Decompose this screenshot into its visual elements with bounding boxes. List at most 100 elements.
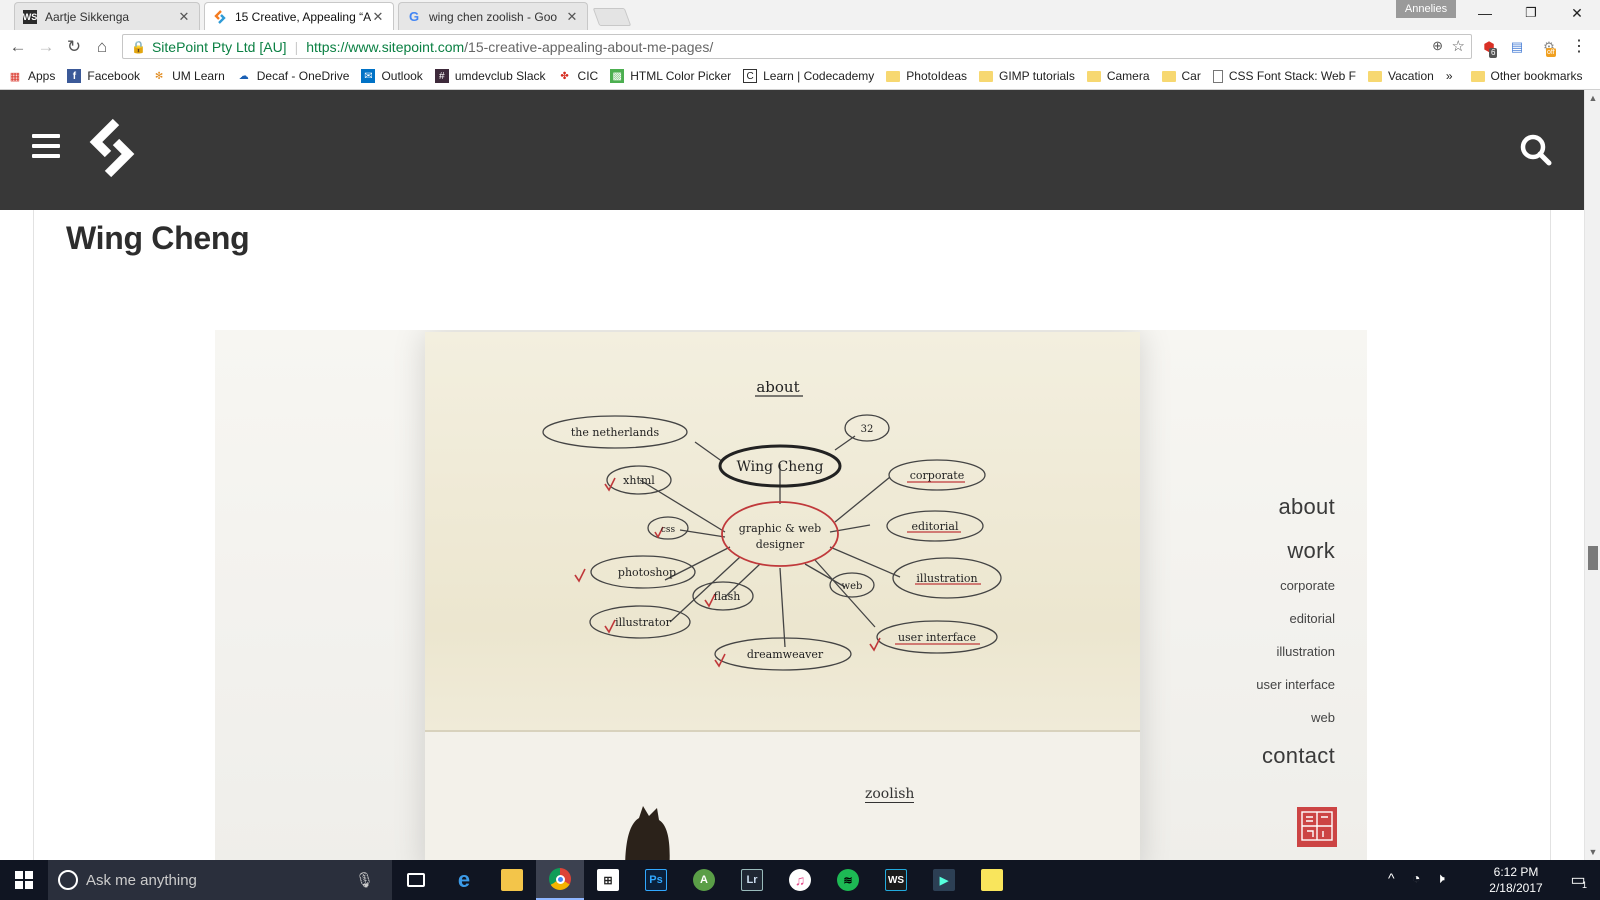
search-icon[interactable]: [1518, 132, 1554, 168]
scroll-up-arrow-icon[interactable]: ▲: [1585, 90, 1600, 106]
task-view-button[interactable]: [392, 860, 440, 900]
bookmark-um-learn[interactable]: ✻ UM Learn: [152, 69, 225, 83]
zoom-icon[interactable]: ⊕: [1432, 38, 1443, 54]
back-icon[interactable]: ←: [6, 35, 30, 59]
taskbar-itunes[interactable]: ♫: [776, 860, 824, 900]
tab-close-icon[interactable]: ✕: [371, 9, 385, 25]
bookmark-slack[interactable]: # umdevclub Slack: [434, 69, 546, 83]
bookmark-gimp-tutorials[interactable]: GIMP tutorials: [979, 69, 1075, 83]
tab-google-search[interactable]: G wing chen zoolish - Goo ✕: [398, 2, 588, 30]
mindmap-node-label: css: [661, 525, 676, 535]
taskbar-media-app[interactable]: ▶: [920, 860, 968, 900]
taskbar-lightroom[interactable]: Lr: [728, 860, 776, 900]
taskbar-sticky-notes[interactable]: [968, 860, 1016, 900]
cortana-search-box[interactable]: Ask me anything 🎙: [48, 860, 392, 900]
adblock-extension-icon[interactable]: ⬢ 6: [1480, 38, 1498, 58]
bookmarks-overflow-button[interactable]: »: [1446, 69, 1453, 83]
folder-icon: [1470, 69, 1485, 83]
volume-muted-icon[interactable]: 🕨: [1436, 870, 1445, 887]
taskbar-clock[interactable]: 6:12 PM 2/18/2017: [1476, 864, 1556, 896]
file-explorer-icon: [501, 869, 523, 891]
site-identity[interactable]: SitePoint Pty Ltd [AU]: [152, 39, 287, 55]
docs-extension-icon[interactable]: ▤: [1508, 38, 1526, 56]
forward-icon[interactable]: →: [34, 35, 58, 59]
profile-button[interactable]: Annelies: [1396, 0, 1456, 18]
zoolish-label: zoolish: [865, 786, 915, 803]
sitepoint-favicon-icon: [213, 9, 227, 24]
bookmark-other-bookmarks[interactable]: Other bookmarks: [1470, 69, 1583, 83]
tab-title: wing chen zoolish - Goo: [429, 9, 558, 24]
taskbar-edge[interactable]: e: [440, 860, 488, 900]
bookmark-cic[interactable]: ✤ CIC: [558, 69, 598, 83]
google-favicon-icon: G: [408, 9, 420, 24]
taskbar-photoshop[interactable]: Ps: [632, 860, 680, 900]
tab-close-icon[interactable]: ✕: [177, 9, 191, 25]
tab-close-icon[interactable]: ✕: [565, 9, 579, 25]
nav-corporate-link[interactable]: corporate: [1256, 578, 1335, 593]
folder-icon: [1161, 69, 1176, 83]
folder-icon: [1086, 69, 1101, 83]
bookmark-onedrive[interactable]: ☁ Decaf - OneDrive: [237, 69, 350, 83]
taskbar-android-studio[interactable]: A: [680, 860, 728, 900]
reload-icon[interactable]: ↻: [62, 35, 86, 59]
scroll-down-arrow-icon[interactable]: ▼: [1585, 844, 1600, 860]
tray-chevron-up-icon[interactable]: ^: [1388, 870, 1395, 886]
sitepoint-logo-icon[interactable]: [86, 118, 138, 181]
nav-illustration-link[interactable]: illustration: [1256, 644, 1335, 659]
tab-sitepoint[interactable]: 15 Creative, Appealing “A ✕: [204, 2, 394, 30]
bookmark-facebook[interactable]: f Facebook: [67, 69, 140, 83]
taskbar-webstorm[interactable]: WS: [872, 860, 920, 900]
minimize-icon[interactable]: —: [1462, 0, 1508, 26]
bookmark-apps[interactable]: ▦ Apps: [8, 69, 56, 83]
sitepoint-header: [0, 90, 1584, 210]
taskbar-file-explorer[interactable]: [488, 860, 536, 900]
mindmap-node-label: the netherlands: [571, 426, 660, 439]
address-bar[interactable]: 🔒 SitePoint Pty Ltd [AU] | https://www.s…: [122, 34, 1472, 59]
wifi-icon[interactable]: ◔: [1412, 870, 1420, 886]
chrome-icon: [549, 868, 571, 890]
bookmark-star-icon[interactable]: ☆: [1452, 37, 1465, 55]
close-window-icon[interactable]: ✕: [1554, 0, 1600, 26]
chrome-menu-icon[interactable]: ⋮: [1570, 38, 1588, 56]
taskbar-spotify[interactable]: ≋: [824, 860, 872, 900]
spotify-icon: ≋: [837, 869, 859, 891]
page-scrollbar[interactable]: ▲ ▼: [1584, 90, 1600, 860]
nav-user-interface-link[interactable]: user interface: [1256, 677, 1335, 692]
omnibox-separator: |: [294, 38, 299, 55]
taskbar-chrome[interactable]: [536, 860, 584, 900]
hamburger-menu-icon[interactable]: [32, 134, 60, 160]
bookmark-outlook[interactable]: ✉ Outlook: [361, 69, 423, 83]
red-seal-stamp-icon: [1297, 807, 1337, 847]
mindmap-node-label: xhtml: [623, 474, 655, 487]
bookmark-css-font-stack[interactable]: CSS Font Stack: Web F: [1212, 69, 1356, 83]
browser-tab-strip: WS Aartje Sikkenga ✕ 15 Creative, Appeal…: [0, 0, 1600, 30]
new-tab-button[interactable]: [592, 8, 632, 26]
mindmap-node-label: user interface: [898, 631, 976, 644]
nav-about-link[interactable]: about: [1256, 494, 1335, 520]
windows-start-button[interactable]: [0, 860, 48, 900]
bookmark-car[interactable]: Car: [1161, 69, 1201, 83]
folder-icon: [979, 69, 994, 83]
embedded-site-nav: about work corporate editorial illustrat…: [1256, 494, 1335, 787]
bookmark-camera[interactable]: Camera: [1086, 69, 1150, 83]
mindmap-hub-label: designer: [756, 538, 805, 551]
nav-web-link[interactable]: web: [1256, 710, 1335, 725]
media-app-icon: ▶: [933, 869, 955, 891]
nav-editorial-link[interactable]: editorial: [1256, 611, 1335, 626]
tab-aartje-sikkenga[interactable]: WS Aartje Sikkenga ✕: [14, 2, 200, 30]
nav-contact-link[interactable]: contact: [1256, 743, 1335, 769]
restore-icon[interactable]: ❐: [1508, 0, 1554, 26]
nav-work-link[interactable]: work: [1256, 538, 1335, 564]
search-placeholder: Ask me anything: [86, 871, 197, 889]
scrollbar-thumb[interactable]: [1588, 546, 1598, 570]
bookmark-codecademy[interactable]: C Learn | Codecademy: [743, 69, 874, 83]
extension-off-icon[interactable]: ⚙ off: [1540, 38, 1558, 57]
home-icon[interactable]: ⌂: [90, 35, 114, 59]
bookmark-photoideas[interactable]: PhotoIdeas: [886, 69, 967, 83]
taskbar-store[interactable]: ⊞: [584, 860, 632, 900]
task-view-icon: [407, 873, 425, 887]
bookmark-html-color-picker[interactable]: ▩ HTML Color Picker: [610, 69, 731, 83]
action-center-button[interactable]: ▭ 1: [1556, 860, 1600, 900]
bookmark-vacation[interactable]: Vacation: [1368, 69, 1434, 83]
microphone-icon[interactable]: 🎙: [355, 871, 374, 889]
